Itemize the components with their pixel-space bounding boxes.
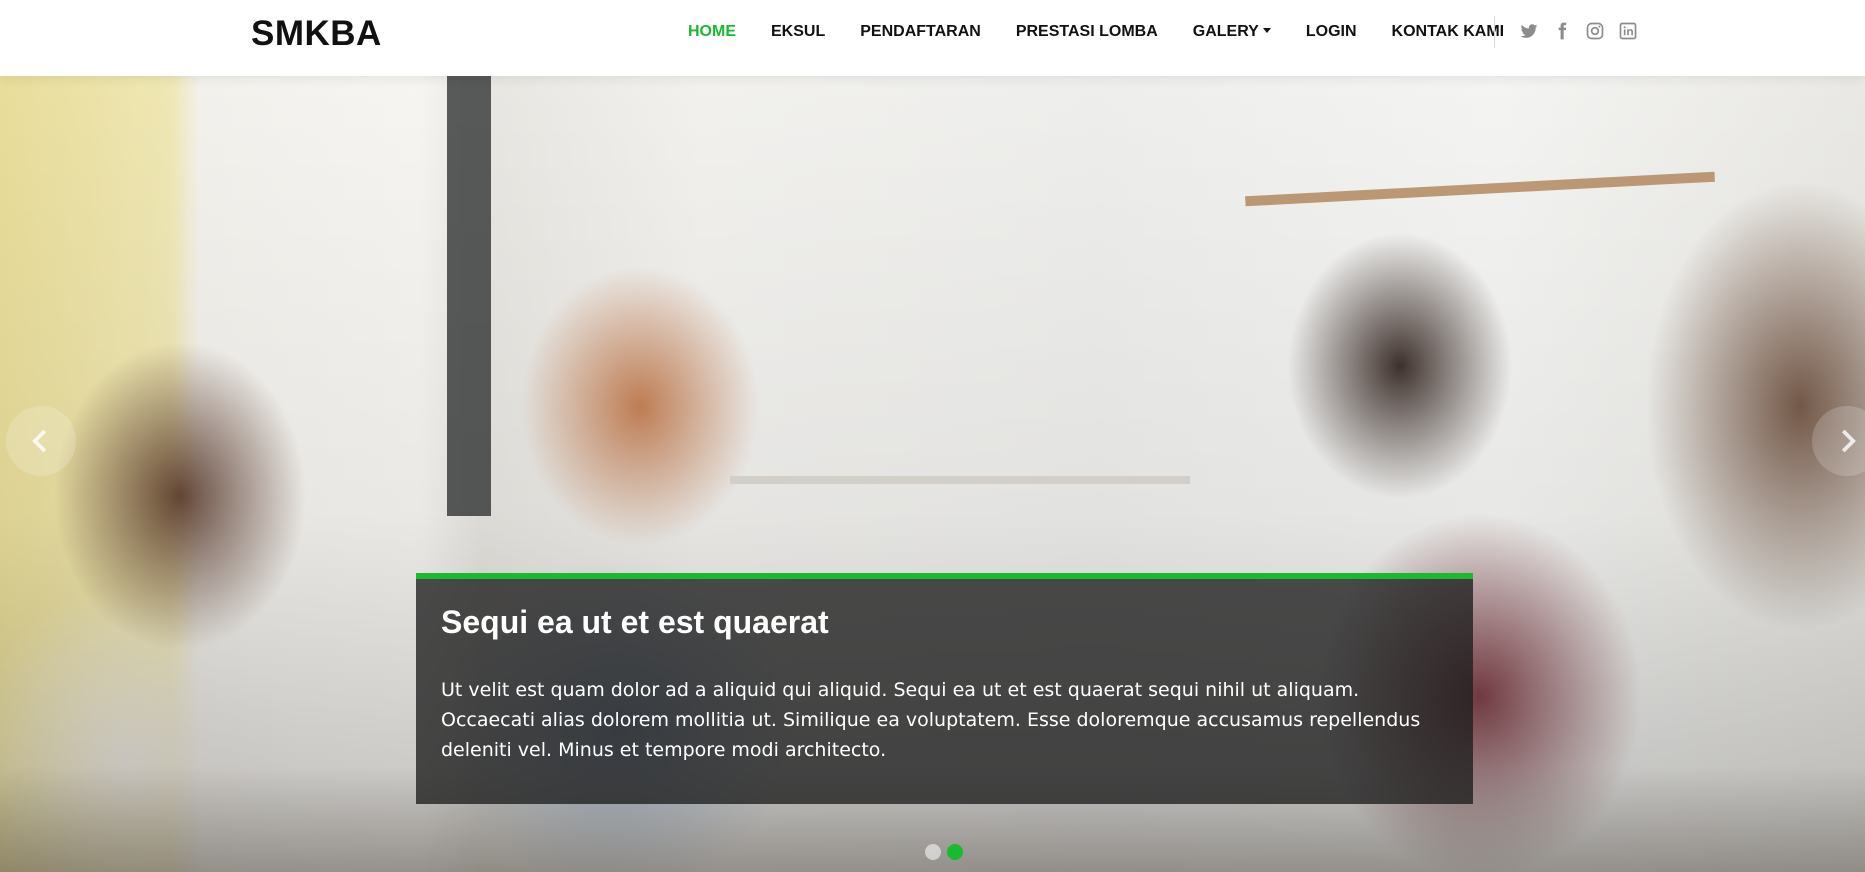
nav-galery-dropdown[interactable]: GALERY	[1193, 23, 1271, 41]
nav-prestasi-lomba[interactable]: PRESTASI LOMBA	[1016, 23, 1158, 41]
twitter-icon[interactable]	[1518, 20, 1540, 42]
site-logo[interactable]: SMKBA	[251, 14, 382, 54]
nav-pendaftaran[interactable]: PENDAFTARAN	[860, 23, 981, 41]
nav-galery-label: GALERY	[1192, 23, 1259, 40]
caption-title: Sequi ea ut et est quaerat	[441, 604, 829, 640]
carousel-prev-button[interactable]	[6, 406, 76, 476]
caret-down-icon	[1262, 28, 1271, 33]
facebook-icon[interactable]	[1551, 20, 1573, 42]
nav-login[interactable]: LOGIN	[1306, 23, 1357, 41]
linkedin-icon[interactable]	[1617, 20, 1639, 42]
carousel-indicators	[925, 844, 969, 860]
carousel-indicator-1[interactable]	[925, 844, 941, 860]
hero-carousel: Sequi ea ut et est quaerat Ut velit est …	[0, 76, 1865, 872]
caption-text: Ut velit est quam dolor ad a aliquid qui…	[441, 679, 1421, 761]
main-nav: HOME EKSUL PENDAFTARAN PRESTASI LOMBA GA…	[688, 22, 1539, 42]
nav-divider	[1494, 16, 1495, 48]
site-header: SMKBA HOME EKSUL PENDAFTARAN PRESTASI LO…	[0, 0, 1865, 76]
carousel-caption: Sequi ea ut et est quaerat Ut velit est …	[416, 573, 1473, 804]
nav-eksul[interactable]: EKSUL	[771, 23, 825, 41]
social-links	[1518, 20, 1650, 42]
instagram-icon[interactable]	[1584, 20, 1606, 42]
nav-kontak-kami[interactable]: KONTAK KAMI	[1392, 23, 1505, 41]
chevron-left-icon	[32, 429, 47, 453]
nav-home[interactable]: HOME	[688, 23, 736, 41]
chevron-right-icon	[1841, 429, 1856, 453]
carousel-indicator-2[interactable]	[947, 844, 963, 860]
